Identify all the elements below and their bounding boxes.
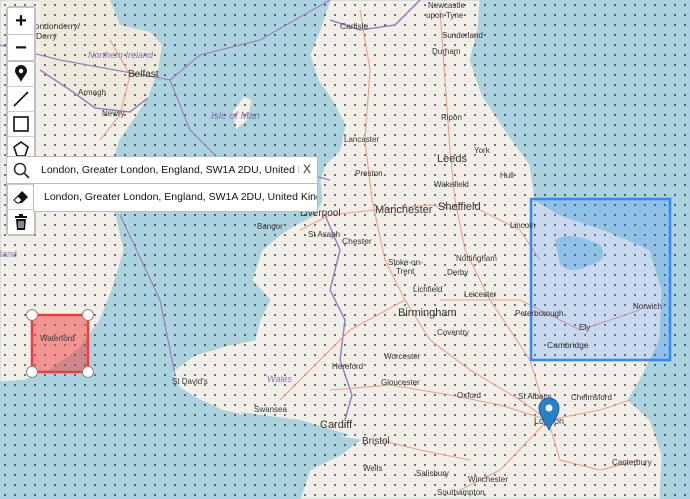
place-label: Leeds <box>437 153 467 165</box>
place-label: Lancaster <box>344 135 379 144</box>
place-label: Sheffield <box>438 201 481 213</box>
place-label: Birmingham <box>398 307 457 319</box>
zoom-in-button[interactable]: + <box>8 8 34 35</box>
place-label: Norwich <box>633 302 662 311</box>
square-icon <box>13 116 29 132</box>
place-label: Armagh <box>78 88 106 97</box>
place-label: Lincoln <box>510 221 535 230</box>
place-label: Salisbury <box>416 469 449 478</box>
eraser-icon <box>13 191 28 204</box>
search-icon[interactable] <box>11 160 33 182</box>
place-label: Carlisle <box>340 21 369 31</box>
place-label: Ely <box>579 323 590 332</box>
place-label: Lichfield <box>413 285 442 294</box>
zoom-out-button[interactable]: − <box>8 35 34 61</box>
place-label: Hereford <box>332 362 363 371</box>
place-label: Leicester <box>464 290 497 299</box>
place-label: Trent <box>396 267 415 276</box>
place-label: Durham <box>432 47 461 56</box>
place-label: Newcastle <box>428 1 465 10</box>
draw-toolbar <box>6 60 36 163</box>
place-label: Wells <box>363 464 382 473</box>
resize-handle-top-left[interactable] <box>26 309 38 321</box>
delete-tool-button[interactable] <box>8 210 34 234</box>
place-label: St David's <box>172 377 208 386</box>
place-label: York <box>474 146 491 155</box>
place-label: Wakefield <box>434 180 469 189</box>
place-label: Bristol <box>362 436 390 447</box>
place-label: Stoke-on- <box>388 258 423 267</box>
place-label: Sunderland <box>442 31 483 40</box>
erase-tool-button[interactable] <box>8 185 34 210</box>
search-result-item[interactable]: London, Greater London, England, SW1A 2D… <box>33 184 318 212</box>
place-label: Derby <box>447 268 468 277</box>
place-label: Cambridge <box>547 340 589 350</box>
place-label: upon Tyne <box>426 11 464 20</box>
place-label: Coventry <box>437 328 469 337</box>
place-label: Waterford <box>40 334 75 343</box>
place-label: St Asaph <box>308 230 340 239</box>
place-label: Derry <box>36 31 58 41</box>
drawn-rectangle-red[interactable] <box>30 313 90 374</box>
place-label: Northern Ireland <box>88 50 154 60</box>
map-canvas[interactable]: Londonderry/ Derry Northern Ireland Belf… <box>0 0 690 499</box>
search-box: X <box>6 156 318 184</box>
resize-handle-top-right[interactable] <box>82 309 94 321</box>
search-clear-button[interactable]: X <box>303 162 311 176</box>
place-label: Peterborough <box>515 309 563 318</box>
marker-tool-button[interactable] <box>8 62 34 87</box>
place-label: Oxford <box>457 391 481 400</box>
place-label: Swansea <box>254 405 287 414</box>
place-label: Wales <box>267 374 292 384</box>
search-input[interactable] <box>41 160 299 180</box>
place-label: Hull <box>500 171 514 180</box>
place-label: Worcester <box>384 352 421 361</box>
place-label: Nottingham <box>456 254 497 263</box>
place-label: Isle of Man <box>211 111 260 122</box>
place-label: Southampton <box>437 488 485 497</box>
place-label: Preston <box>355 169 383 178</box>
place-label: land <box>0 249 17 259</box>
resize-handle-bottom-right[interactable] <box>82 366 94 378</box>
place-label: Cardiff <box>320 419 353 431</box>
place-label: Manchester <box>375 204 433 216</box>
place-label: Canterbury <box>612 458 652 467</box>
place-label: Bangor <box>257 222 283 231</box>
polyline-tool-button[interactable] <box>8 87 34 112</box>
place-label: Gloucester <box>381 378 420 387</box>
rectangle-tool-button[interactable] <box>8 112 34 137</box>
resize-handle-bottom-left[interactable] <box>26 366 38 378</box>
place-label: Ripon <box>441 113 462 122</box>
place-label: Londonderry/ <box>30 21 81 31</box>
place-label: Newry <box>102 109 125 118</box>
zoom-control: + − <box>6 6 36 63</box>
place-label: Belfast <box>128 69 159 80</box>
drawn-rectangle-blue[interactable] <box>529 197 672 362</box>
place-label: Chelmsford <box>571 393 612 402</box>
map-pin-icon <box>15 65 27 82</box>
place-label: Chester <box>342 236 372 246</box>
line-icon <box>13 91 29 107</box>
trash-icon <box>15 214 27 230</box>
place-label: Winchester <box>468 475 508 484</box>
